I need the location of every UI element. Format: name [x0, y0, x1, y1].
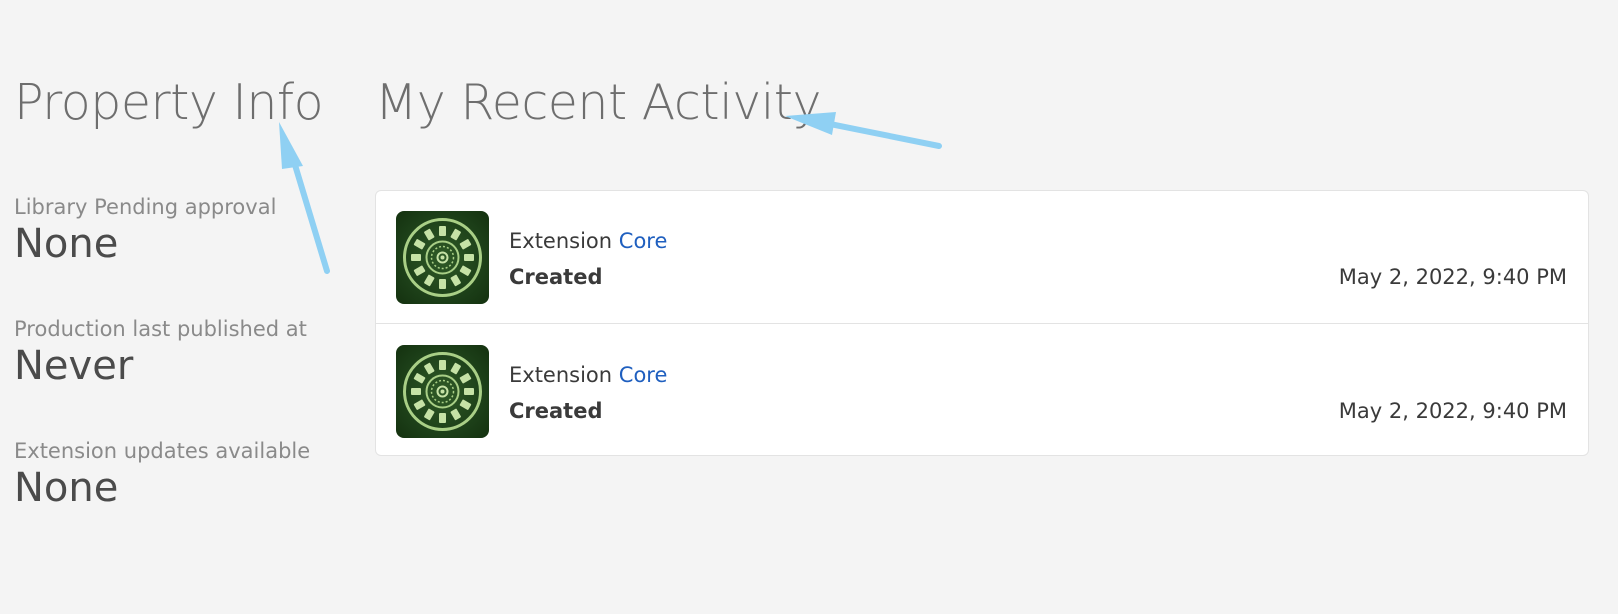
recent-activity-list: Extension Core Created May 2, 2022, 9:40…	[375, 190, 1589, 456]
info-extension-updates: Extension updates available None	[14, 438, 310, 512]
info-label: Production last published at	[14, 317, 307, 341]
entity-line: Extension Core	[509, 361, 667, 389]
info-production-published: Production last published at Never	[14, 316, 307, 390]
activity-row-text: Extension Core Created	[509, 361, 667, 425]
activity-timestamp: May 2, 2022, 9:40 PM	[1338, 399, 1567, 423]
info-value: Never	[14, 343, 134, 389]
activity-row: Extension Core Created May 2, 2022, 9:40…	[376, 325, 1588, 458]
core-extension-icon	[396, 211, 489, 304]
entity-type: Extension	[509, 363, 613, 387]
entity-line: Extension Core	[509, 227, 667, 255]
activity-action: Created	[509, 265, 603, 289]
activity-timestamp: May 2, 2022, 9:40 PM	[1338, 265, 1567, 289]
recent-activity-title: My Recent Activity	[375, 74, 822, 131]
info-label: Extension updates available	[14, 439, 311, 463]
recent-activity-header: My Recent Activity	[375, 70, 822, 136]
info-label: Library Pending approval	[14, 195, 277, 219]
entity-name-link[interactable]: Core	[619, 363, 668, 387]
info-value: None	[14, 221, 119, 267]
property-info-section: Property Info Library Pending approval N…	[14, 70, 334, 511]
core-extension-icon	[396, 345, 489, 438]
info-value: None	[14, 465, 119, 511]
property-info-title: Property Info	[14, 74, 324, 131]
activity-row-text: Extension Core Created	[509, 227, 667, 291]
info-library-pending: Library Pending approval None	[14, 194, 276, 268]
arrow-to-property-info	[279, 122, 330, 274]
activity-action: Created	[509, 399, 603, 423]
entity-type: Extension	[509, 229, 613, 253]
activity-row: Extension Core Created May 2, 2022, 9:40…	[376, 191, 1588, 324]
entity-name-link[interactable]: Core	[619, 229, 668, 253]
